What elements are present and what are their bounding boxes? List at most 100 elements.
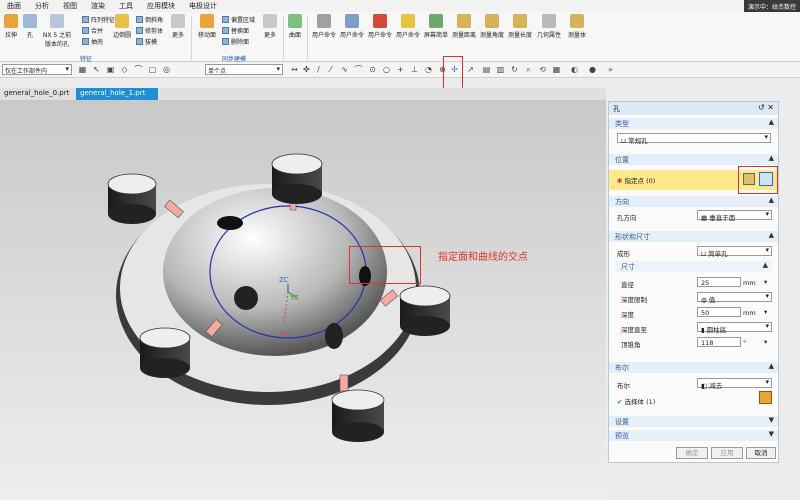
measure-distance-button[interactable]: 测量距离 [451, 14, 477, 39]
feature-more-button[interactable]: 更多 [170, 14, 186, 39]
snap-center-icon[interactable]: ⊙ [368, 65, 377, 74]
ok-button[interactable]: 确定 [676, 447, 708, 459]
menu-electrode[interactable]: 电极设计 [182, 1, 224, 11]
depth-input[interactable]: 50 [697, 307, 741, 317]
snap-surface-icon[interactable]: ◔ [424, 65, 433, 74]
draft-button[interactable]: 拔模 [136, 37, 157, 46]
depth-limit-dropdown[interactable]: ◍ 值 [697, 292, 772, 304]
snap-point-dropdown[interactable]: 单个点 [205, 64, 283, 75]
diameter-unit-dropdown[interactable]: ▾ [764, 278, 767, 286]
legacy-hole-button[interactable]: NX 5 之前版本的孔 [40, 14, 74, 48]
menu-applications[interactable]: 应用模块 [140, 1, 182, 11]
snap-arrow-icon[interactable]: ↔ [290, 65, 299, 74]
sketch-point-icon[interactable] [743, 173, 755, 185]
hole-direction-dropdown[interactable]: ▦ 垂直于面 [697, 210, 772, 222]
tip-angle-input[interactable]: 118 [697, 337, 741, 347]
hole-type-dropdown[interactable]: ⊔ 常规孔 [617, 133, 771, 145]
user-command-1-button[interactable]: 用户命令 [311, 14, 337, 39]
cancel-button[interactable]: 取消 [746, 447, 776, 459]
section-type[interactable]: 类型 ▲ [609, 118, 778, 129]
pattern-feature-button[interactable]: 阵列特征 [82, 15, 115, 24]
offset-region-button[interactable]: 偏置区域 [222, 15, 255, 24]
geometry-properties-button[interactable]: 几何属性 [535, 14, 563, 39]
section-dimensions[interactable]: 尺寸 ▲ [615, 261, 772, 272]
measure-angle-button[interactable]: 测量角度 [479, 14, 505, 39]
reset-icon[interactable]: ↺ [758, 103, 765, 112]
section-position[interactable]: 位置 ▲ [609, 154, 778, 165]
zoom-icon[interactable]: ⌕ [524, 65, 533, 74]
chevron-down-icon: ▼ [768, 416, 774, 424]
menu-tools[interactable]: 工具 [112, 1, 140, 11]
filter-icon[interactable]: ▦ [78, 65, 87, 74]
hole-button[interactable]: 孔 [22, 14, 38, 39]
lasso-icon[interactable]: ⌒ [134, 65, 143, 74]
snap-existing-icon[interactable]: + [396, 65, 405, 74]
chamfer-button[interactable]: 倒斜角 [136, 15, 163, 24]
refresh-icon[interactable]: ↻ [510, 65, 519, 74]
overflow-icon[interactable]: » [606, 65, 615, 74]
view-icon[interactable]: ◎ [162, 65, 171, 74]
select-icon[interactable]: ↖ [92, 65, 101, 74]
screen-simple-button[interactable]: 屏幕简单 [423, 14, 449, 39]
extrude-button[interactable]: 拉伸 [2, 14, 20, 39]
user-command-2-button[interactable]: 用户命令 [339, 14, 365, 39]
grid-icon[interactable]: ▤ [482, 65, 491, 74]
render-style-icon[interactable]: ◐ [570, 65, 579, 74]
section-direction[interactable]: 方向 ▲ [609, 196, 778, 207]
box-select-icon[interactable]: ▢ [148, 65, 157, 74]
user-command-4-button[interactable]: 用户命令 [395, 14, 421, 39]
body-select-icon[interactable] [759, 391, 772, 404]
tip-angle-unit-dropdown[interactable]: ▾ [764, 338, 767, 346]
selection-scope-dropdown[interactable]: 仅在工作部件内 [2, 64, 72, 75]
section-boolean[interactable]: 布尔 ▲ [609, 362, 778, 373]
form-dropdown[interactable]: ⊔ 简单孔 [697, 246, 772, 258]
select-all-icon[interactable]: ▣ [106, 65, 115, 74]
replace-face-button[interactable]: 替换面 [222, 26, 249, 35]
move-face-icon [200, 14, 214, 28]
snap-end-icon[interactable]: ✜ [302, 65, 311, 74]
tab-general-hole-0[interactable]: general_hole_0.prt [0, 88, 70, 100]
apply-button[interactable]: 应用 [711, 447, 743, 459]
menu-analysis[interactable]: 分析 [28, 1, 56, 11]
rotate-icon[interactable]: ⟲ [538, 65, 547, 74]
layer-icon[interactable]: ▥ [496, 65, 505, 74]
edge-blend-button[interactable]: 边倒圆 [112, 14, 132, 39]
surface-button[interactable]: 曲面 [286, 14, 304, 39]
snap-quadrant-icon[interactable]: ○ [382, 65, 391, 74]
section-shape[interactable]: 形状和尺寸 ▲ [609, 231, 778, 242]
snap-mid-icon[interactable]: ⁄ [326, 65, 335, 74]
snap-curve-icon[interactable]: ∿ [340, 65, 349, 74]
snap-line-icon[interactable]: / [314, 65, 323, 74]
deselect-icon[interactable]: ◇ [120, 65, 129, 74]
trim-body-button[interactable]: 修剪体 [136, 26, 163, 35]
move-face-button[interactable]: 移动面 [196, 14, 218, 39]
dialog-title-bar: 孔 ↺ ✕ [609, 102, 778, 115]
measure-body-button[interactable]: 测量体 [565, 14, 589, 39]
snap-arc-icon[interactable]: ⌒ [354, 65, 363, 74]
diameter-input[interactable]: 25 [697, 277, 741, 287]
shell-button[interactable]: 抽壳 [82, 37, 103, 46]
menu-view[interactable]: 视图 [56, 1, 84, 11]
menu-render[interactable]: 渲染 [84, 1, 112, 11]
measure-length-button[interactable]: 测量长度 [507, 14, 533, 39]
display-mode-icon[interactable]: ▦ [552, 65, 561, 74]
depth-unit-dropdown[interactable]: ▾ [764, 308, 767, 316]
delete-face-button[interactable]: 删除面 [222, 37, 249, 46]
sync-more-button[interactable]: 更多 [262, 14, 278, 39]
snap-node-icon[interactable]: ↗ [466, 65, 475, 74]
user-command-3-button[interactable]: 用户命令 [367, 14, 393, 39]
section-settings[interactable]: 设置 ▼ [609, 416, 778, 427]
point-dialog-icon[interactable] [759, 172, 773, 186]
menu-surface[interactable]: 曲面 [0, 1, 28, 11]
boolean-dropdown[interactable]: ◧ 减去 [697, 378, 772, 390]
snap-tangent-icon[interactable]: ⊥ [410, 65, 419, 74]
close-icon[interactable]: ✕ [767, 103, 774, 112]
select-body-row[interactable]: ✔ 选择体 (1) [609, 394, 778, 406]
section-preview[interactable]: 预览 ▼ [609, 430, 778, 441]
depth-to-dropdown[interactable]: ▮ 圆柱底 [697, 322, 772, 334]
tab-general-hole-1[interactable]: general_hole_1.prt [76, 88, 158, 100]
part-model: ZC YC XC [107, 153, 451, 442]
graphics-viewport[interactable]: ZC YC XC 指定面和曲线的交点 [0, 100, 606, 500]
color-icon[interactable]: ● [588, 65, 597, 74]
unite-button[interactable]: 合并 [82, 26, 103, 35]
